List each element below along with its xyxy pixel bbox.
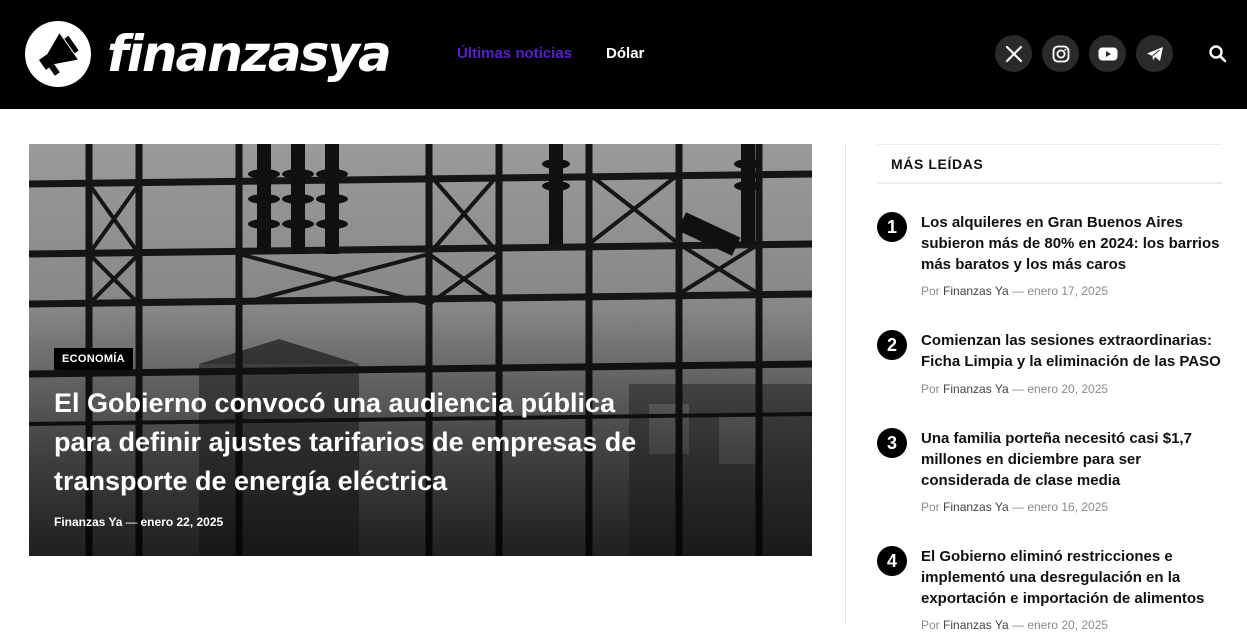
sidebar-heading: MÁS LEÍDAS xyxy=(877,144,1222,184)
list-item-meta: Por Finanzas Ya — enero 20, 2025 xyxy=(921,382,1109,396)
main-nav: Últimas noticias Dólar xyxy=(457,44,644,64)
article-date: enero 22, 2025 xyxy=(140,515,224,529)
site-logo[interactable]: finanzasya xyxy=(25,20,392,88)
list-item-author[interactable]: Finanzas Ya xyxy=(943,618,1009,632)
article-title[interactable]: El Gobierno convocó una audiencia públic… xyxy=(54,384,674,501)
search-icon[interactable] xyxy=(1208,44,1228,64)
list-item-meta: Por Finanzas Ya — enero 20, 2025 xyxy=(921,618,1109,632)
youtube-icon[interactable] xyxy=(1089,35,1126,72)
list-item-author[interactable]: Finanzas Ya xyxy=(943,382,1009,396)
telegram-icon[interactable] xyxy=(1136,35,1173,72)
list-item-date: enero 16, 2025 xyxy=(1027,500,1109,514)
instagram-icon[interactable] xyxy=(1042,35,1079,72)
list-item-title[interactable]: Los alquileres en Gran Buenos Aires subi… xyxy=(921,212,1222,275)
rank-badge: 1 xyxy=(877,212,907,242)
list-item-title[interactable]: El Gobierno eliminó restricciones e impl… xyxy=(921,546,1222,609)
list-item-date: enero 20, 2025 xyxy=(1027,618,1109,632)
logo-wordmark: finanzasya xyxy=(107,25,392,83)
sidebar-heading-text: MÁS LEÍDAS xyxy=(891,156,984,172)
list-item-date: enero 17, 2025 xyxy=(1027,284,1109,298)
megaphone-logo-icon xyxy=(25,21,91,87)
x-icon[interactable] xyxy=(995,35,1032,72)
list-item-title[interactable]: Comienzan las sesiones extraordinarias: … xyxy=(921,330,1222,372)
category-badge[interactable]: ECONOMÍA xyxy=(54,348,133,370)
rank-badge: 2 xyxy=(877,330,907,360)
featured-article[interactable]: ECONOMÍA El Gobierno convocó una audienc… xyxy=(29,144,812,556)
sidebar-divider xyxy=(845,144,846,624)
list-item-meta: Por Finanzas Ya — enero 16, 2025 xyxy=(921,500,1109,514)
list-item-author[interactable]: Finanzas Ya xyxy=(943,500,1009,514)
site-header: finanzasya Últimas noticias Dólar xyxy=(0,0,1247,109)
rank-badge: 3 xyxy=(877,428,907,458)
nav-ultimas-noticias[interactable]: Últimas noticias xyxy=(457,44,572,64)
list-item-author[interactable]: Finanzas Ya xyxy=(943,284,1009,298)
article-author[interactable]: Finanzas Ya xyxy=(54,515,122,529)
article-meta: Finanzas Ya — enero 22, 2025 xyxy=(54,515,224,529)
rank-badge: 4 xyxy=(877,546,907,576)
list-item-meta: Por Finanzas Ya — enero 17, 2025 xyxy=(921,284,1109,298)
nav-dolar[interactable]: Dólar xyxy=(606,44,644,64)
list-item-date: enero 20, 2025 xyxy=(1027,382,1109,396)
social-links xyxy=(995,35,1173,72)
list-item-title[interactable]: Una familia porteña necesitó casi $1,7 m… xyxy=(921,428,1222,491)
